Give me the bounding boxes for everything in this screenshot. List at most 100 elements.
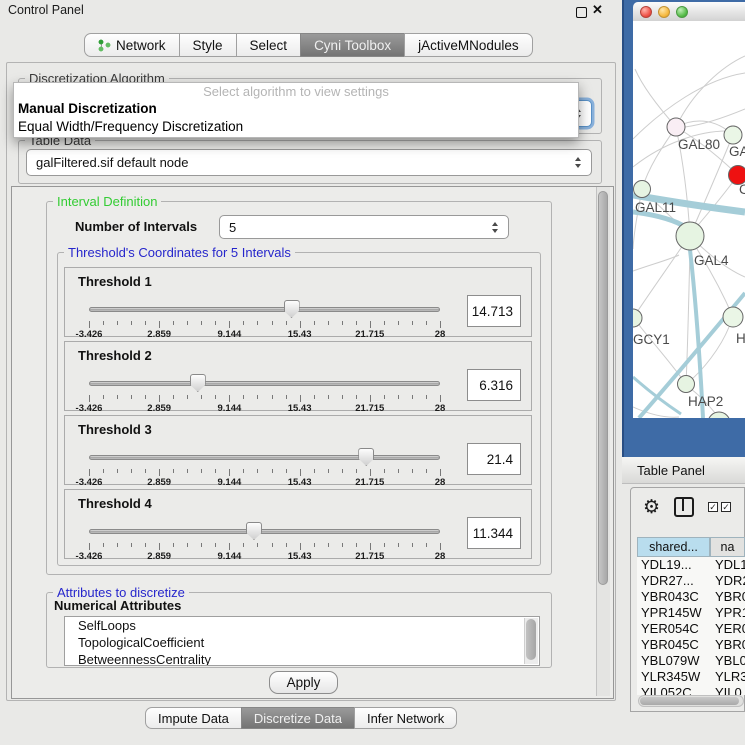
slider-tick [201,543,202,547]
network-edge[interactable] [685,109,745,127]
horizontal-scrollbar-thumb[interactable] [640,697,739,705]
network-canvas[interactable]: GAL80GACGAL11GAL4GCY1HHAP2 [633,21,745,418]
table-row[interactable]: YER054CYER0 [637,621,745,637]
list-scrollbar-track[interactable] [524,618,538,664]
horizontal-scrollbar-track[interactable] [638,695,744,707]
tab-network[interactable]: Network [84,33,180,57]
number-of-intervals-combobox[interactable]: 5 [219,215,509,239]
attribute-list-item[interactable]: SelfLoops [65,617,539,634]
minimize-traffic-light-icon[interactable] [658,6,670,18]
network-edge[interactable] [633,245,683,318]
network-edge[interactable] [633,255,679,271]
network-node[interactable] [708,412,730,418]
table-row[interactable]: YLR345WYLR3 [637,669,745,685]
slider-tick [229,321,230,328]
numerical-attributes-list[interactable]: SelfLoopsTopologicalCoefficientBetweenne… [64,616,540,666]
float-window-icon[interactable] [576,7,587,18]
table-data-combobox[interactable]: galFiltered.sif default node [26,149,592,176]
tab-select[interactable]: Select [236,33,302,57]
network-edge[interactable] [642,127,676,189]
slider-track[interactable] [89,529,440,534]
network-node[interactable] [633,309,642,327]
network-node[interactable] [634,181,651,198]
slider-tick [187,321,188,325]
slider-scale-label: 2.859 [147,329,171,340]
slider-tick [159,543,160,550]
tab-label: Style [193,38,223,53]
columns-icon[interactable] [674,497,694,517]
tab-label: Discretize Data [254,711,342,726]
tab-label: Select [250,38,288,53]
table-row[interactable]: YDR27...YDR2 [637,573,745,589]
gear-icon[interactable]: ⚙ [643,498,660,517]
table-row[interactable]: YBR045CYBR0 [637,637,745,653]
network-node[interactable] [676,222,704,250]
checkbox-checked-icon[interactable]: ✓ [708,502,718,512]
table-row[interactable]: YPR145WYPR1 [637,605,745,621]
vertical-scrollbar-thumb[interactable] [598,191,608,585]
table-row[interactable]: YIL052CYIL0 [637,685,745,695]
slider-thumb[interactable] [190,374,206,392]
attribute-list-item[interactable]: TopologicalCoefficient [65,634,539,651]
slider-scale-label: 28 [435,551,446,562]
threshold-value-field[interactable]: 11.344 [467,517,521,549]
threshold-value-field[interactable]: 6.316 [467,369,521,401]
slider-tick [412,469,413,473]
tab-discretize-data[interactable]: Discretize Data [241,707,355,729]
slider-tick [370,469,371,476]
threshold-slider[interactable]: -3.4262.8599.14415.4321.71528 [89,299,440,337]
slider-thumb[interactable] [358,448,374,466]
table-cell: YBL0 [710,653,745,669]
slider-track[interactable] [89,455,440,460]
algorithm-popup-item[interactable]: Equal Width/Frequency Discretization [14,118,578,136]
tab-jactivemnodules[interactable]: jActiveMNodules [404,33,533,57]
threshold-value-field[interactable]: 14.713 [467,295,521,327]
list-scrollbar-thumb[interactable] [526,619,536,660]
slider-tick [286,469,287,473]
slider-thumb[interactable] [246,522,262,540]
slider-tick [370,543,371,550]
network-edge-highlighted[interactable] [633,377,681,414]
checkbox-checked-icon[interactable]: ✓ [721,502,731,512]
slider-track[interactable] [89,381,440,386]
threshold-value-field[interactable]: 21.4 [467,443,521,475]
threshold-slider[interactable]: -3.4262.8599.14415.4321.71528 [89,373,440,411]
network-edge[interactable] [676,56,745,127]
slider-scale-label: 9.144 [218,403,242,414]
slider-tick [384,469,385,473]
network-node[interactable] [723,307,743,327]
network-window-titlebar[interactable] [633,2,745,21]
table-row[interactable]: YBR043CYBR0 [637,589,745,605]
tab-cyni-toolbox[interactable]: Cyni Toolbox [300,33,405,57]
apply-button[interactable]: Apply [269,671,338,694]
close-icon[interactable]: ✕ [592,2,603,18]
slider-tick [145,321,146,325]
table-row[interactable]: YDL19...YDL1 [637,557,745,573]
table-row[interactable]: YBL079WYBL0 [637,653,745,669]
slider-tick [426,321,427,325]
slider-scale-label: 28 [435,329,446,340]
slider-tick [272,395,273,399]
slider-tick [89,395,90,402]
network-node[interactable] [667,118,685,136]
tab-impute-data[interactable]: Impute Data [145,707,242,729]
column-header[interactable]: na [710,537,745,557]
algorithm-popup-item[interactable]: Manual Discretization [14,100,578,118]
network-node[interactable] [678,376,695,393]
network-node[interactable] [724,126,742,144]
slider-thumb[interactable] [284,300,300,318]
column-header[interactable]: shared... [637,537,710,557]
threshold-slider[interactable]: -3.4262.8599.14415.4321.71528 [89,447,440,485]
slider-track[interactable] [89,307,440,312]
table-cell: YBL079W [637,653,710,669]
close-traffic-light-icon[interactable] [640,6,652,18]
zoom-traffic-light-icon[interactable] [676,6,688,18]
algorithm-placeholder-item[interactable]: Select algorithm to view settings [14,83,578,100]
threshold-label: Threshold 2 [78,348,152,363]
slider-tick [243,395,244,399]
tab-style[interactable]: Style [179,33,237,57]
threshold-slider[interactable]: -3.4262.8599.14415.4321.71528 [89,521,440,559]
attribute-list-item[interactable]: BetweennessCentrality [65,651,539,666]
tab-infer-network[interactable]: Infer Network [354,707,457,729]
slider-tick [398,395,399,399]
